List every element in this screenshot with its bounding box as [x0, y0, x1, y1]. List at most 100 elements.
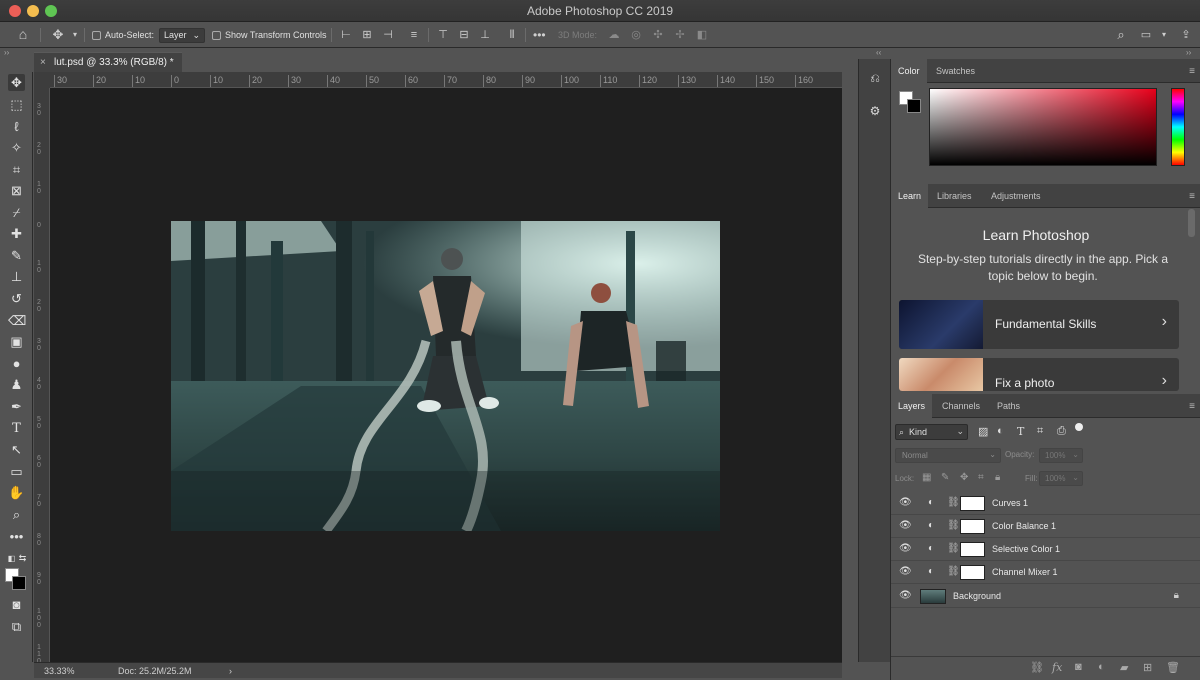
- collapse-dock-icon[interactable]: ‹‹: [876, 48, 881, 58]
- layer-row[interactable]: 👁︎ ◐ ⛓︎ Color Balance 1: [891, 515, 1200, 538]
- eraser-tool-icon[interactable]: ⌫: [8, 312, 26, 329]
- 3d-pan-icon[interactable]: ✣: [652, 29, 664, 41]
- filter-shape-icon[interactable]: ⌗: [1037, 425, 1043, 438]
- distribute-icon[interactable]: ≡: [408, 29, 420, 41]
- filter-smart-object-icon[interactable]: ⎙: [1057, 425, 1066, 438]
- blur-tool-icon[interactable]: ●: [8, 355, 25, 372]
- fill-field[interactable]: 100% ⌄: [1039, 471, 1083, 486]
- collapse-panels-icon[interactable]: ››: [1186, 48, 1191, 58]
- align-vcenter-icon[interactable]: ⊟: [458, 29, 470, 41]
- new-layer-icon[interactable]: ⊞: [1143, 661, 1152, 674]
- magic-wand-tool-icon[interactable]: ✧: [8, 139, 25, 156]
- move-tool-icon[interactable]: ✥: [8, 74, 25, 91]
- canvas-vertical-scrollbar[interactable]: [842, 72, 858, 662]
- clone-stamp-tool-icon[interactable]: ⊥: [8, 268, 25, 285]
- history-brush-tool-icon[interactable]: ↺: [8, 290, 25, 307]
- tab-swatches[interactable]: Swatches: [929, 59, 982, 83]
- edit-toolbar-icon[interactable]: •••: [8, 528, 25, 545]
- filter-pixel-icon[interactable]: ▨: [978, 425, 988, 438]
- new-adjustment-icon[interactable]: ◐: [1098, 661, 1105, 673]
- panel-menu-icon[interactable]: ≡: [1189, 401, 1195, 412]
- brush-tool-icon[interactable]: ✎: [8, 247, 25, 264]
- tab-color[interactable]: Color: [891, 59, 927, 83]
- 3d-orbit-icon[interactable]: ☁: [608, 29, 620, 41]
- checkbox-icon[interactable]: [212, 30, 221, 40]
- blend-mode-select[interactable]: Normal ⌄: [895, 448, 1001, 463]
- auto-select-dropdown[interactable]: Layer ⌄: [159, 27, 205, 43]
- layer-row[interactable]: 👁︎ ◐ ⛓︎ Channel Mixer 1: [891, 561, 1200, 584]
- document-canvas[interactable]: [50, 88, 842, 662]
- eye-icon[interactable]: 👁︎: [899, 590, 912, 601]
- more-options-icon[interactable]: •••: [533, 29, 546, 41]
- eye-icon[interactable]: 👁︎: [899, 543, 912, 554]
- filter-type-icon[interactable]: T: [1017, 425, 1024, 438]
- vertical-ruler[interactable]: 3 0 2 0 1 0 0 1 0 2 0 3 0 4 0 5 0 6 0 7 …: [34, 88, 50, 662]
- learn-scrollbar[interactable]: [1188, 209, 1195, 237]
- document-tab[interactable]: × lut.psd @ 33.3% (RGB/8) *: [34, 52, 182, 72]
- dodge-tool-icon[interactable]: ♟: [8, 376, 25, 393]
- filter-toggle-icon[interactable]: [1075, 423, 1083, 431]
- gradient-tool-icon[interactable]: ▣: [8, 333, 25, 350]
- tab-adjustments[interactable]: Adjustments: [984, 184, 1048, 208]
- filter-adjustment-icon[interactable]: ◐: [997, 425, 1004, 437]
- layer-mask-thumbnail[interactable]: [960, 496, 985, 511]
- type-tool-icon[interactable]: T: [8, 420, 25, 437]
- zoom-level[interactable]: 33.33%: [44, 666, 75, 676]
- move-tool-icon[interactable]: ✥: [52, 28, 64, 41]
- tab-layers[interactable]: Layers: [891, 394, 933, 418]
- fx-icon[interactable]: fx: [1052, 661, 1062, 674]
- search-icon[interactable]: ⌕: [1115, 28, 1127, 41]
- history-panel-icon[interactable]: ⎌: [866, 69, 884, 87]
- checkbox-icon[interactable]: [92, 30, 101, 40]
- properties-panel-icon[interactable]: ⚙: [866, 102, 884, 120]
- lock-transparency-icon[interactable]: ▦: [922, 472, 931, 483]
- tab-libraries[interactable]: Libraries: [930, 184, 979, 208]
- color-saturation-field[interactable]: [929, 88, 1157, 166]
- panel-background-swatch[interactable]: [907, 99, 921, 113]
- chevron-down-icon[interactable]: ▾: [69, 29, 81, 41]
- layer-row[interactable]: 👁︎ Background 🔒︎: [891, 585, 1200, 608]
- tab-channels[interactable]: Channels: [935, 394, 987, 418]
- marquee-tool-icon[interactable]: ⬚: [8, 96, 25, 113]
- panel-menu-icon[interactable]: ≡: [1189, 191, 1195, 202]
- align-top-icon[interactable]: ⊤: [437, 29, 449, 41]
- hand-tool-icon[interactable]: ✋: [8, 484, 25, 501]
- lock-all-icon[interactable]: 🔒︎: [995, 472, 1000, 483]
- path-selection-tool-icon[interactable]: ↖: [8, 441, 25, 458]
- screen-mode-icon[interactable]: ⧉: [8, 618, 25, 635]
- pen-tool-icon[interactable]: ✒: [8, 398, 25, 415]
- add-mask-icon[interactable]: ◙: [1075, 661, 1082, 673]
- align-hcenter-icon[interactable]: ⊞: [361, 29, 373, 41]
- layer-row[interactable]: 👁︎ ◐ ⛓︎ Selective Color 1: [891, 538, 1200, 561]
- swap-colors-icon[interactable]: ⇆: [14, 550, 31, 567]
- link-icon[interactable]: ⛓︎: [947, 543, 960, 554]
- crop-tool-icon[interactable]: ⌗: [8, 161, 25, 178]
- tab-paths[interactable]: Paths: [990, 394, 1027, 418]
- opacity-field[interactable]: 100% ⌄: [1039, 448, 1083, 463]
- home-icon[interactable]: ⌂: [17, 27, 29, 41]
- align-right-icon[interactable]: ⊣: [382, 29, 394, 41]
- tab-learn[interactable]: Learn: [891, 184, 929, 208]
- status-menu-arrow[interactable]: ›: [229, 666, 232, 676]
- lock-position-icon[interactable]: ✥: [960, 472, 968, 483]
- horizontal-ruler[interactable]: 30 20 10 0 10 20 30 40 50 60 70 80 90 10…: [50, 72, 842, 88]
- link-layers-icon[interactable]: ⛓︎: [1030, 661, 1044, 674]
- quick-mask-icon[interactable]: ◙: [8, 596, 25, 613]
- panel-menu-icon[interactable]: ≡: [1189, 66, 1195, 77]
- lock-pixels-icon[interactable]: ✎: [941, 472, 949, 483]
- auto-select-checkbox[interactable]: Auto-Select:: [92, 27, 154, 43]
- learn-card-fundamental-skills[interactable]: Fundamental Skills ›: [899, 300, 1179, 349]
- eye-icon[interactable]: 👁︎: [899, 566, 912, 577]
- layer-thumbnail[interactable]: [920, 589, 946, 604]
- expand-toolbar-icon[interactable]: ››: [4, 48, 9, 58]
- eyedropper-tool-icon[interactable]: ⌿: [8, 204, 25, 221]
- distribute-vertical-icon[interactable]: ⫴: [506, 29, 518, 41]
- background-color-swatch[interactable]: [12, 576, 26, 590]
- learn-card-fix-a-photo[interactable]: Fix a photo ›: [899, 358, 1179, 391]
- hue-slider[interactable]: [1171, 88, 1185, 166]
- layer-mask-thumbnail[interactable]: [960, 542, 985, 557]
- healing-brush-tool-icon[interactable]: ✚: [8, 225, 25, 242]
- workspace-icon[interactable]: ▭: [1140, 29, 1152, 41]
- link-icon[interactable]: ⛓︎: [947, 520, 960, 531]
- document-image[interactable]: [171, 221, 720, 531]
